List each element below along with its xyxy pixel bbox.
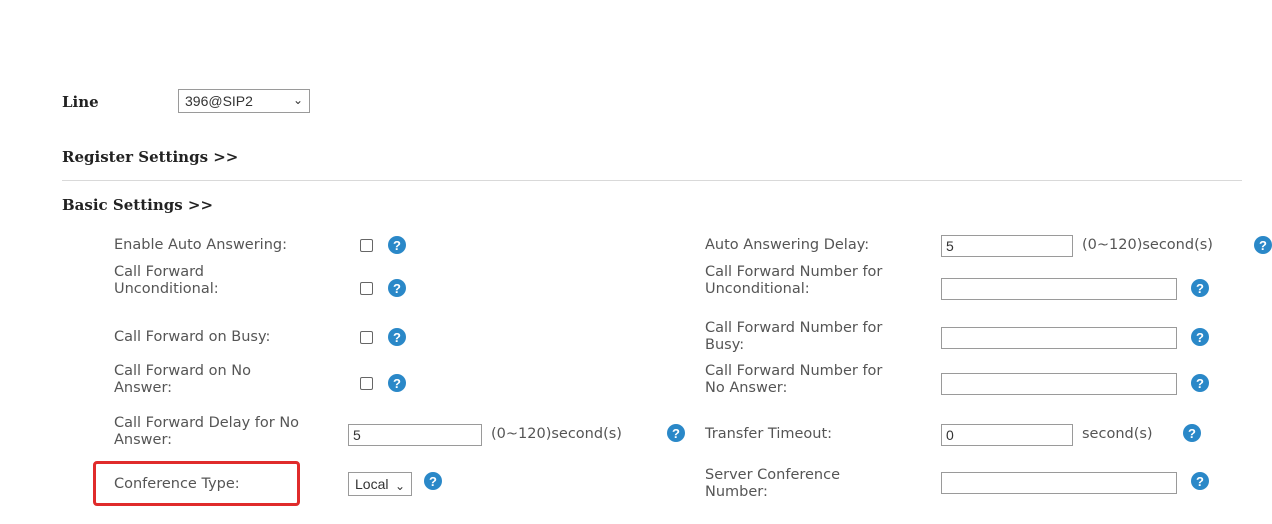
transfer-timeout-input[interactable]: 0 — [941, 424, 1073, 446]
call-forward-number-no-answer-label: Call Forward Number for No Answer: — [705, 363, 883, 396]
call-forward-delay-label: Call Forward Delay for No Answer: — [114, 415, 300, 448]
help-icon[interactable]: ? — [1254, 236, 1272, 254]
call-forward-number-unconditional-label: Call Forward Number for Unconditional: — [705, 264, 883, 297]
call-forward-on-no-answer-label: Call Forward on No Answer: — [114, 363, 251, 396]
call-forward-unconditional-checkbox[interactable] — [360, 282, 373, 295]
server-conference-number-label: Server Conference Number: — [705, 467, 841, 500]
call-forward-delay-input[interactable]: 5 — [348, 424, 482, 446]
basic-settings-link[interactable]: Basic Settings >> — [62, 196, 213, 214]
help-icon[interactable]: ? — [1191, 374, 1209, 392]
enable-auto-answering-label: Enable Auto Answering: — [114, 237, 287, 253]
conference-type-value: Local — [355, 476, 389, 492]
call-forward-unconditional-label: Call Forward Unconditional: — [114, 264, 219, 297]
line-select[interactable]: 396@SIP2 ⌄ — [178, 89, 310, 113]
line-select-value: 396@SIP2 — [185, 93, 253, 109]
call-forward-number-busy-label: Call Forward Number for Busy: — [705, 320, 883, 353]
call-forward-number-no-answer-input[interactable] — [941, 373, 1177, 395]
server-conference-number-input[interactable] — [941, 472, 1177, 494]
help-icon[interactable]: ? — [1191, 472, 1209, 490]
help-icon[interactable]: ? — [1191, 328, 1209, 346]
help-icon[interactable]: ? — [1191, 279, 1209, 297]
chevron-down-icon: ⌄ — [394, 479, 405, 493]
line-label: Line — [62, 93, 99, 111]
register-settings-link[interactable]: Register Settings >> — [62, 148, 238, 166]
call-forward-on-busy-label: Call Forward on Busy: — [114, 329, 271, 345]
call-forward-number-unconditional-input[interactable] — [941, 278, 1177, 300]
conference-type-select[interactable]: Local ⌄ — [348, 472, 412, 496]
auto-answering-delay-input[interactable]: 5 — [941, 235, 1073, 257]
help-icon[interactable]: ? — [1183, 424, 1201, 442]
transfer-timeout-unit: second(s) — [1082, 426, 1153, 442]
help-icon[interactable]: ? — [388, 328, 406, 346]
transfer-timeout-label: Transfer Timeout: — [705, 426, 833, 442]
help-icon[interactable]: ? — [388, 236, 406, 254]
help-icon[interactable]: ? — [388, 279, 406, 297]
call-forward-delay-unit: (0~120)second(s) — [491, 426, 622, 442]
auto-answering-delay-unit: (0~120)second(s) — [1082, 237, 1213, 253]
auto-answering-delay-label: Auto Answering Delay: — [705, 237, 870, 253]
chevron-down-icon: ⌄ — [292, 93, 303, 107]
call-forward-number-busy-input[interactable] — [941, 327, 1177, 349]
divider — [62, 180, 1242, 181]
conference-type-label: Conference Type: — [114, 476, 240, 492]
help-icon[interactable]: ? — [388, 374, 406, 392]
call-forward-on-busy-checkbox[interactable] — [360, 331, 373, 344]
call-forward-on-no-answer-checkbox[interactable] — [360, 377, 373, 390]
help-icon[interactable]: ? — [424, 472, 442, 490]
enable-auto-answering-checkbox[interactable] — [360, 239, 373, 252]
help-icon[interactable]: ? — [667, 424, 685, 442]
